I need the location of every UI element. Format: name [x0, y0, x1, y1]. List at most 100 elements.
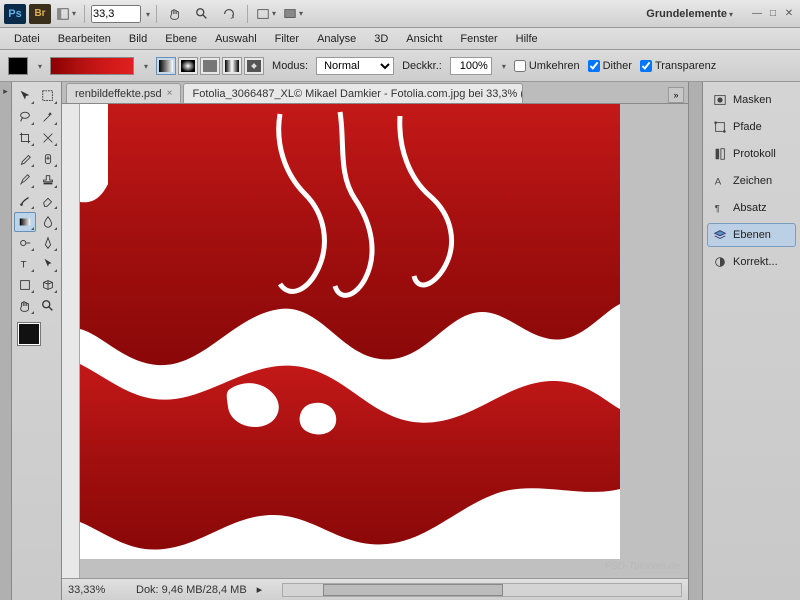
opacity-dropdown[interactable]	[500, 60, 506, 72]
expand-arrow-icon[interactable]: ▸	[3, 86, 8, 97]
gradient-linear[interactable]	[156, 57, 176, 75]
tool-preset-dropdown[interactable]	[36, 60, 42, 72]
slice-tool[interactable]	[37, 128, 59, 148]
separator	[247, 5, 248, 23]
wand-tool[interactable]	[37, 107, 59, 127]
opacity-input[interactable]	[450, 57, 492, 75]
menu-filter[interactable]: Filter	[267, 31, 307, 47]
history-icon	[713, 147, 727, 161]
type-tool[interactable]: T	[14, 254, 36, 274]
character-icon: A	[713, 174, 727, 188]
dodge-tool[interactable]	[14, 233, 36, 253]
panel-absatz[interactable]: ¶Absatz	[707, 196, 796, 220]
status-doc-size[interactable]: Dok: 9,46 MB/28,4 MB	[136, 584, 247, 596]
panel-korrekturen[interactable]: Korrekt...	[707, 250, 796, 274]
canvas-scroll[interactable]	[80, 104, 688, 578]
menu-ansicht[interactable]: Ansicht	[398, 31, 450, 47]
zoom-dropdown[interactable]	[144, 8, 150, 20]
horizontal-scrollbar[interactable]	[282, 583, 682, 597]
panel-zeichen[interactable]: AZeichen	[707, 169, 796, 193]
svg-text:A: A	[715, 177, 722, 188]
right-dock-strip	[688, 82, 702, 600]
crop-tool[interactable]	[14, 128, 36, 148]
hand-tool[interactable]	[14, 296, 36, 316]
hand-tool-shortcut[interactable]	[163, 4, 187, 24]
window-controls: — □ ✕	[750, 7, 796, 21]
zoom-input[interactable]	[91, 5, 141, 23]
arrange-dropdown[interactable]	[254, 4, 278, 24]
eyedropper-tool[interactable]	[14, 149, 36, 169]
minimize-button[interactable]: —	[750, 7, 764, 21]
separator	[84, 5, 85, 23]
gradient-tool[interactable]	[14, 212, 36, 232]
menu-datei[interactable]: Datei	[6, 31, 48, 47]
menu-fenster[interactable]: Fenster	[452, 31, 505, 47]
dither-checkbox[interactable]: Dither	[588, 60, 632, 72]
tab-nav-next[interactable]: »	[668, 87, 684, 103]
gradient-angle[interactable]	[200, 57, 220, 75]
eraser-tool[interactable]	[37, 191, 59, 211]
history-brush-tool[interactable]	[14, 191, 36, 211]
panel-pfade[interactable]: Pfade	[707, 115, 796, 139]
marquee-tool[interactable]	[37, 86, 59, 106]
gradient-dropdown[interactable]	[142, 60, 148, 72]
brush-tool[interactable]	[14, 170, 36, 190]
gradient-diamond[interactable]	[244, 57, 264, 75]
status-zoom[interactable]: 33,33%	[68, 584, 126, 596]
tool-preset-picker[interactable]	[8, 57, 28, 75]
panel-protokoll[interactable]: Protokoll	[707, 142, 796, 166]
foreground-color-swatch[interactable]	[18, 323, 40, 345]
lasso-tool[interactable]	[14, 107, 36, 127]
transparenz-checkbox[interactable]: Transparenz	[640, 60, 716, 72]
maximize-button[interactable]: □	[766, 7, 780, 21]
menu-bild[interactable]: Bild	[121, 31, 155, 47]
watermark: PSD-Tutorials.de	[605, 561, 680, 572]
document-tab[interactable]: renbildeffekte.psd×	[66, 83, 181, 103]
stamp-tool[interactable]	[37, 170, 59, 190]
shape-tool[interactable]	[14, 275, 36, 295]
move-tool[interactable]	[14, 86, 36, 106]
healing-tool[interactable]	[37, 149, 59, 169]
zoom-tool-shortcut[interactable]	[190, 4, 214, 24]
color-swatches[interactable]	[18, 323, 54, 359]
close-tab-icon[interactable]: ×	[167, 88, 173, 99]
screen-mode-dropdown[interactable]	[281, 4, 305, 24]
umkehren-checkbox[interactable]: Umkehren	[514, 60, 580, 72]
bridge-logo[interactable]: Br	[29, 4, 51, 24]
zoom-tool[interactable]	[37, 296, 59, 316]
rotate-view-shortcut[interactable]	[217, 4, 241, 24]
menu-ebene[interactable]: Ebene	[157, 31, 205, 47]
optionsbar: Modus: Normal Deckkr.: Umkehren Dither T…	[0, 50, 800, 82]
blur-tool[interactable]	[37, 212, 59, 232]
pen-tool[interactable]	[37, 233, 59, 253]
artwork-image	[80, 104, 620, 559]
adjustments-icon	[713, 255, 727, 269]
menu-bearbeiten[interactable]: Bearbeiten	[50, 31, 119, 47]
modus-label: Modus:	[272, 60, 308, 72]
panel-masken[interactable]: Masken	[707, 88, 796, 112]
3d-tool[interactable]	[37, 275, 59, 295]
menu-auswahl[interactable]: Auswahl	[207, 31, 265, 47]
modus-select[interactable]: Normal	[316, 57, 394, 75]
menu-analyse[interactable]: Analyse	[309, 31, 364, 47]
svg-text:T: T	[21, 260, 27, 271]
gradient-radial[interactable]	[178, 57, 198, 75]
workspace-dropdown[interactable]: Grundelemente	[640, 6, 739, 22]
paragraph-icon: ¶	[713, 201, 727, 215]
menu-hilfe[interactable]: Hilfe	[508, 31, 546, 47]
vertical-ruler[interactable]	[62, 104, 80, 578]
path-selection-tool[interactable]	[37, 254, 59, 274]
gradient-reflected[interactable]	[222, 57, 242, 75]
menu-3d[interactable]: 3D	[366, 31, 396, 47]
canvas[interactable]	[80, 104, 618, 578]
document-tab[interactable]: Fotolia_3066487_XL© Mikael Damkier - Fot…	[183, 83, 523, 103]
gradient-preview[interactable]	[50, 57, 134, 75]
left-dock-strip: ▸	[0, 82, 12, 600]
status-arrow-icon[interactable]: ▸	[257, 583, 263, 596]
panel-ebenen[interactable]: Ebenen	[707, 223, 796, 247]
workspace-label: Grundelemente	[646, 8, 727, 20]
layout-dropdown[interactable]	[54, 4, 78, 24]
document-tabs: renbildeffekte.psd× Fotolia_3066487_XL© …	[62, 82, 688, 104]
close-button[interactable]: ✕	[782, 7, 796, 21]
scrollbar-thumb[interactable]	[323, 584, 503, 596]
